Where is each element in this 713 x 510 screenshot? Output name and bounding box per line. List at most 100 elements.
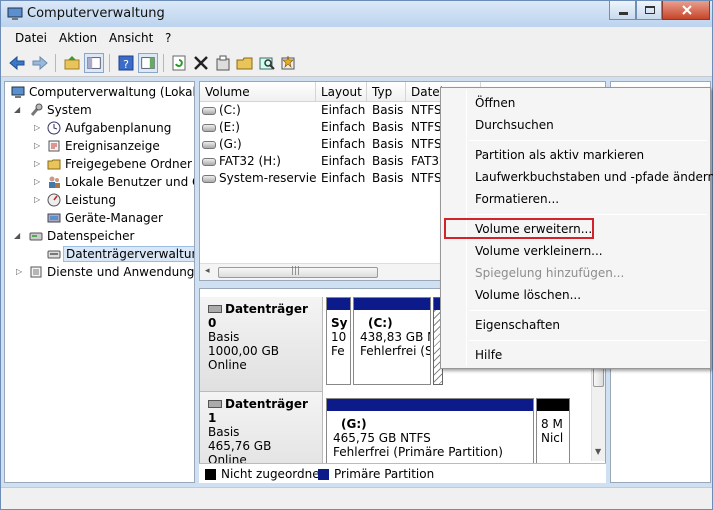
table-row[interactable]: (E:) — [202, 120, 314, 137]
back-arrow-icon[interactable] — [7, 53, 27, 73]
disk-status: Online — [208, 358, 247, 372]
scroll-down-icon[interactable]: ▼ — [595, 447, 601, 456]
scrollbar-thumb[interactable] — [593, 367, 604, 387]
menu-item-delete-volume[interactable]: Volume löschen... — [475, 288, 581, 302]
computer-management-icon — [11, 86, 25, 98]
disk-management-icon — [47, 250, 61, 259]
disk-icon — [208, 305, 222, 313]
volume-filesystem: NTFS — [411, 137, 442, 151]
delete-icon[interactable] — [191, 53, 211, 73]
clock-icon — [47, 121, 61, 135]
menu-aktion[interactable]: Aktion — [59, 31, 97, 45]
users-icon — [49, 176, 60, 188]
partition-g[interactable]: (G:) 465,75 GB NTFS Fehlerfrei (Primäre … — [326, 398, 534, 468]
menu-ansicht[interactable]: Ansicht — [109, 31, 153, 45]
menu-datei[interactable]: Datei — [15, 31, 47, 45]
console-tree: Computerverwaltung (Lokal) ◢ System ▷ Au… — [4, 81, 195, 483]
help-icon[interactable]: ? — [116, 53, 136, 73]
drive-icon — [202, 157, 216, 166]
expand-arrow-icon[interactable]: ▷ — [16, 267, 22, 276]
close-icon — [682, 5, 692, 15]
tree-label: Ereignisanzeige — [65, 139, 160, 153]
partition-system-reserved[interactable]: Sy 10 Fe — [326, 297, 351, 385]
partition-bar — [354, 298, 430, 310]
scroll-left-icon[interactable]: ◂ — [205, 266, 210, 276]
action-pane-icon[interactable] — [138, 53, 158, 73]
properties-icon[interactable] — [213, 53, 233, 73]
drive-icon — [202, 140, 216, 149]
legend: Nicht zugeordnet Primäre Partition — [199, 463, 606, 483]
forward-arrow-icon[interactable] — [30, 53, 50, 73]
console-tree-icon[interactable] — [84, 53, 104, 73]
menu-item-mark-active[interactable]: Partition als aktiv markieren — [475, 148, 644, 162]
close-button[interactable] — [662, 1, 710, 20]
open-folder-icon[interactable] — [235, 53, 255, 73]
minimize-button[interactable] — [609, 1, 636, 20]
computer-management-window: Computerverwaltung Datei Aktion Ansicht … — [0, 0, 713, 510]
horizontal-scrollbar[interactable]: ◂ ||| — [200, 263, 440, 280]
search-icon[interactable] — [257, 53, 277, 73]
menu-item-format[interactable]: Formatieren... — [475, 192, 559, 206]
scrollbar-thumb[interactable]: ||| — [218, 266, 378, 278]
partition-text: (G:) 465,75 GB NTFS Fehlerfrei (Primäre … — [333, 417, 503, 459]
partition-c[interactable]: (C:) 438,83 GB N Fehlerfrei (S — [353, 297, 431, 385]
partition-unallocated[interactable]: 8 M Nicl — [536, 398, 570, 468]
expand-arrow-icon[interactable]: ▷ — [34, 141, 40, 150]
tree-label: Datenspeicher — [47, 229, 135, 243]
menu-item-properties[interactable]: Eigenschaften — [475, 318, 560, 332]
window-title: Computerverwaltung — [27, 6, 165, 21]
menu-help[interactable]: ? — [165, 31, 171, 45]
volume-name: (G:) — [219, 137, 242, 151]
table-row[interactable]: FAT32 (H:) — [202, 154, 314, 171]
expand-arrow-icon[interactable]: ▷ — [34, 159, 40, 168]
expand-arrow-icon[interactable]: ▷ — [34, 177, 40, 186]
tools-icon — [30, 103, 43, 116]
wizard-icon[interactable] — [279, 53, 299, 73]
column-header-type[interactable]: Typ — [367, 82, 406, 102]
partition-status: Fehlerfrei (S — [360, 344, 431, 358]
tree-label: Lokale Benutzer und Gr — [65, 175, 195, 189]
column-header-volume[interactable]: Volume — [200, 82, 316, 102]
legend-swatch-primary — [318, 469, 329, 480]
column-header-layout[interactable]: Layout — [316, 82, 367, 102]
toolbar-separator — [163, 54, 164, 72]
menu-item-help[interactable]: Hilfe — [475, 348, 502, 362]
partition-bar — [537, 399, 569, 411]
table-row[interactable]: (G:) — [202, 137, 314, 154]
tree-label: Aufgabenplanung — [65, 121, 172, 135]
refresh-icon[interactable] — [169, 53, 189, 73]
expand-arrow-icon[interactable]: ▷ — [34, 195, 40, 204]
device-manager-icon — [47, 213, 61, 223]
partition-text: Sy 10 Fe — [331, 316, 347, 358]
disk-icon — [208, 400, 222, 408]
drive-icon — [202, 106, 216, 115]
menu-separator — [469, 214, 707, 215]
expand-arrow-icon[interactable]: ▷ — [34, 123, 40, 132]
tree-label: System — [47, 103, 92, 117]
partition-label: (G:) — [341, 417, 367, 431]
collapse-arrow-icon[interactable]: ◢ — [14, 105, 20, 114]
volume-type: Basis — [372, 120, 404, 134]
menu-item-change-drive-letter[interactable]: Laufwerkbuchstaben und -pfade ändern... — [475, 170, 713, 184]
up-folder-icon[interactable] — [62, 53, 82, 73]
legend-swatch-unallocated — [205, 469, 216, 480]
disk-name: Datenträger 1 — [208, 397, 308, 425]
maximize-button[interactable] — [636, 1, 662, 20]
partition-status: Fehlerfrei (Primäre Partition) — [333, 445, 503, 459]
disk-name: Datenträger 0 — [208, 302, 308, 330]
volume-name: System-reserviert — [219, 171, 316, 185]
volume-name: (C:) — [219, 103, 241, 117]
collapse-arrow-icon[interactable]: ◢ — [14, 231, 20, 240]
table-row[interactable]: (C:) — [202, 103, 314, 120]
menu-item-explore[interactable]: Durchsuchen — [475, 118, 554, 132]
volume-name: (E:) — [219, 120, 240, 134]
legend-label-unallocated: Nicht zugeordnet — [221, 467, 325, 481]
menu-item-open[interactable]: Öffnen — [475, 96, 515, 110]
drive-icon — [202, 123, 216, 132]
volume-name: FAT32 (H:) — [219, 154, 281, 168]
shared-folder-icon — [47, 159, 61, 170]
table-row[interactable]: System-reserviert — [202, 171, 316, 188]
disk-0-label[interactable]: Datenträger 0 Basis 1000,00 GB Online — [200, 297, 323, 392]
partition-status: Fe — [331, 344, 345, 358]
menu-item-shrink-volume[interactable]: Volume verkleinern... — [475, 244, 603, 258]
